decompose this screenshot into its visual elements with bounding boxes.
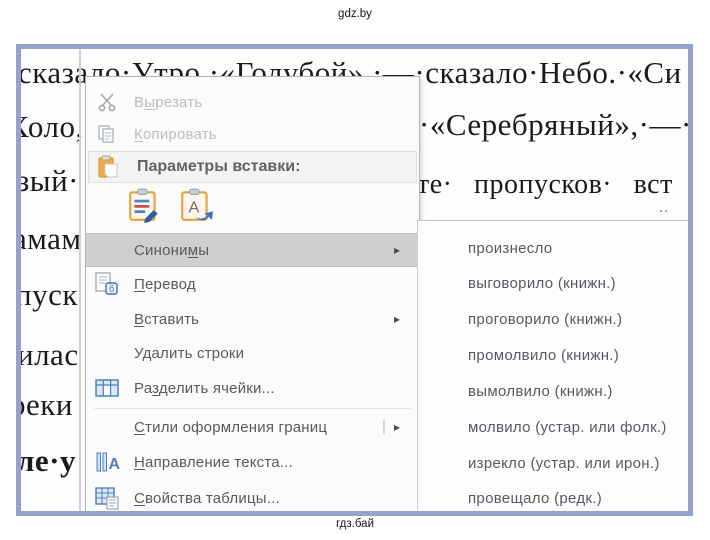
menu-item-text-direction-label: Направление текста... (134, 453, 293, 471)
paste-text-only-icon[interactable]: A (178, 186, 214, 224)
submenu-item[interactable]: выговорило (книжн.) (418, 270, 688, 296)
submenu-item[interactable]: промолвило (книжн.) (418, 342, 688, 368)
table-gridline (79, 49, 81, 511)
text-direction-icon: A (94, 449, 120, 475)
menu-item-delete-rows-label: Удалить строки (134, 344, 245, 362)
menu-item-synonyms-label: Синонимы (134, 241, 210, 259)
submenu-item[interactable]: вымолвило (книжн.) (418, 378, 688, 404)
menu-item-cut-label: Вырезать (134, 93, 203, 111)
submenu-arrow-icon: ▸ (394, 312, 401, 326)
submenu-item[interactable]: провещало (редк.) (418, 485, 688, 511)
doc-line-2-right: ·«Серебряный»,·—·с (419, 107, 693, 142)
submenu-item[interactable]: изрекло (устар. или ирон.) (418, 450, 688, 476)
split-cells-icon (94, 375, 120, 401)
menu-item-border-styles-label: Стили оформления границ (134, 418, 328, 436)
doc-line-5-left: пуск (16, 277, 78, 312)
doc-line-3-right: те· пропусков· вст (417, 169, 673, 200)
menu-item-translate[interactable]: б Перевод (86, 268, 419, 300)
submenu-arrow-icon: ▸ (394, 420, 401, 434)
submenu-item[interactable]: молвило (устар. или фолк.) (418, 414, 688, 440)
svg-text:б: б (109, 284, 114, 294)
split-button-divider: | (382, 418, 387, 436)
menu-item-delete-rows[interactable]: Удалить строки (86, 338, 419, 368)
synonyms-submenu: произнесло выговорило (книжн.) проговори… (417, 220, 688, 511)
site-caption-top: gdz.by (338, 8, 372, 20)
submenu-item[interactable]: произнесло (418, 235, 688, 261)
paste-options-header: Параметры вставки: (88, 151, 417, 183)
menu-item-table-properties[interactable]: Свойства таблицы... (86, 482, 419, 511)
doc-line-6-left: илас (17, 337, 79, 372)
site-caption-bottom: гдз.бай (336, 518, 374, 530)
svg-text:A: A (189, 199, 200, 216)
menu-item-split-cells[interactable]: Разделить ячейки... (86, 372, 419, 404)
menu-item-table-properties-label: Свойства таблицы... (134, 489, 280, 507)
menu-item-insert-label: Вставить (134, 310, 200, 328)
menu-item-cut: Вырезать (86, 87, 419, 117)
submenu-item[interactable]: проговорило (книжн.) (418, 306, 688, 332)
copy-pages-icon (94, 121, 120, 147)
menu-item-copy-label: Копировать (134, 125, 217, 143)
menu-item-insert[interactable]: Вставить ▸ (86, 304, 419, 334)
menu-item-synonyms[interactable]: Синонимы ▸ (86, 233, 419, 267)
doc-line-8-left: ле·у (17, 443, 76, 478)
table-properties-icon (94, 485, 120, 511)
paste-options-label: Параметры вставки: (137, 158, 301, 175)
menu-item-text-direction[interactable]: A Направление текста... (86, 446, 419, 478)
menu-separator (94, 408, 411, 409)
svg-text:A: A (109, 456, 121, 473)
doc-line-3-left: зый· (17, 163, 79, 198)
doc-dots-fragment: .. (659, 199, 669, 216)
scissors-icon (94, 89, 120, 115)
translate-icon: б (94, 271, 120, 297)
menu-item-translate-label: Перевод (134, 275, 196, 293)
screenshot-frame: сказало·Утро.·«Голубой»,·—·сказало·Небо.… (16, 44, 693, 516)
context-menu: Вырезать Копировать Параметры вставки: A… (85, 76, 420, 511)
menu-item-copy: Копировать (86, 119, 419, 149)
submenu-arrow-icon: ▸ (394, 243, 401, 257)
menu-item-split-cells-label: Разделить ячейки... (134, 379, 275, 397)
clipboard-icon (95, 154, 121, 180)
paste-keep-formatting-icon[interactable] (126, 186, 162, 224)
doc-line-4-left: амам (16, 221, 82, 256)
menu-item-border-styles[interactable]: Стили оформления границ | ▸ (86, 412, 419, 442)
doc-line-2-left: Холо, (21, 109, 84, 144)
doc-line-7-left: реки (16, 387, 73, 422)
